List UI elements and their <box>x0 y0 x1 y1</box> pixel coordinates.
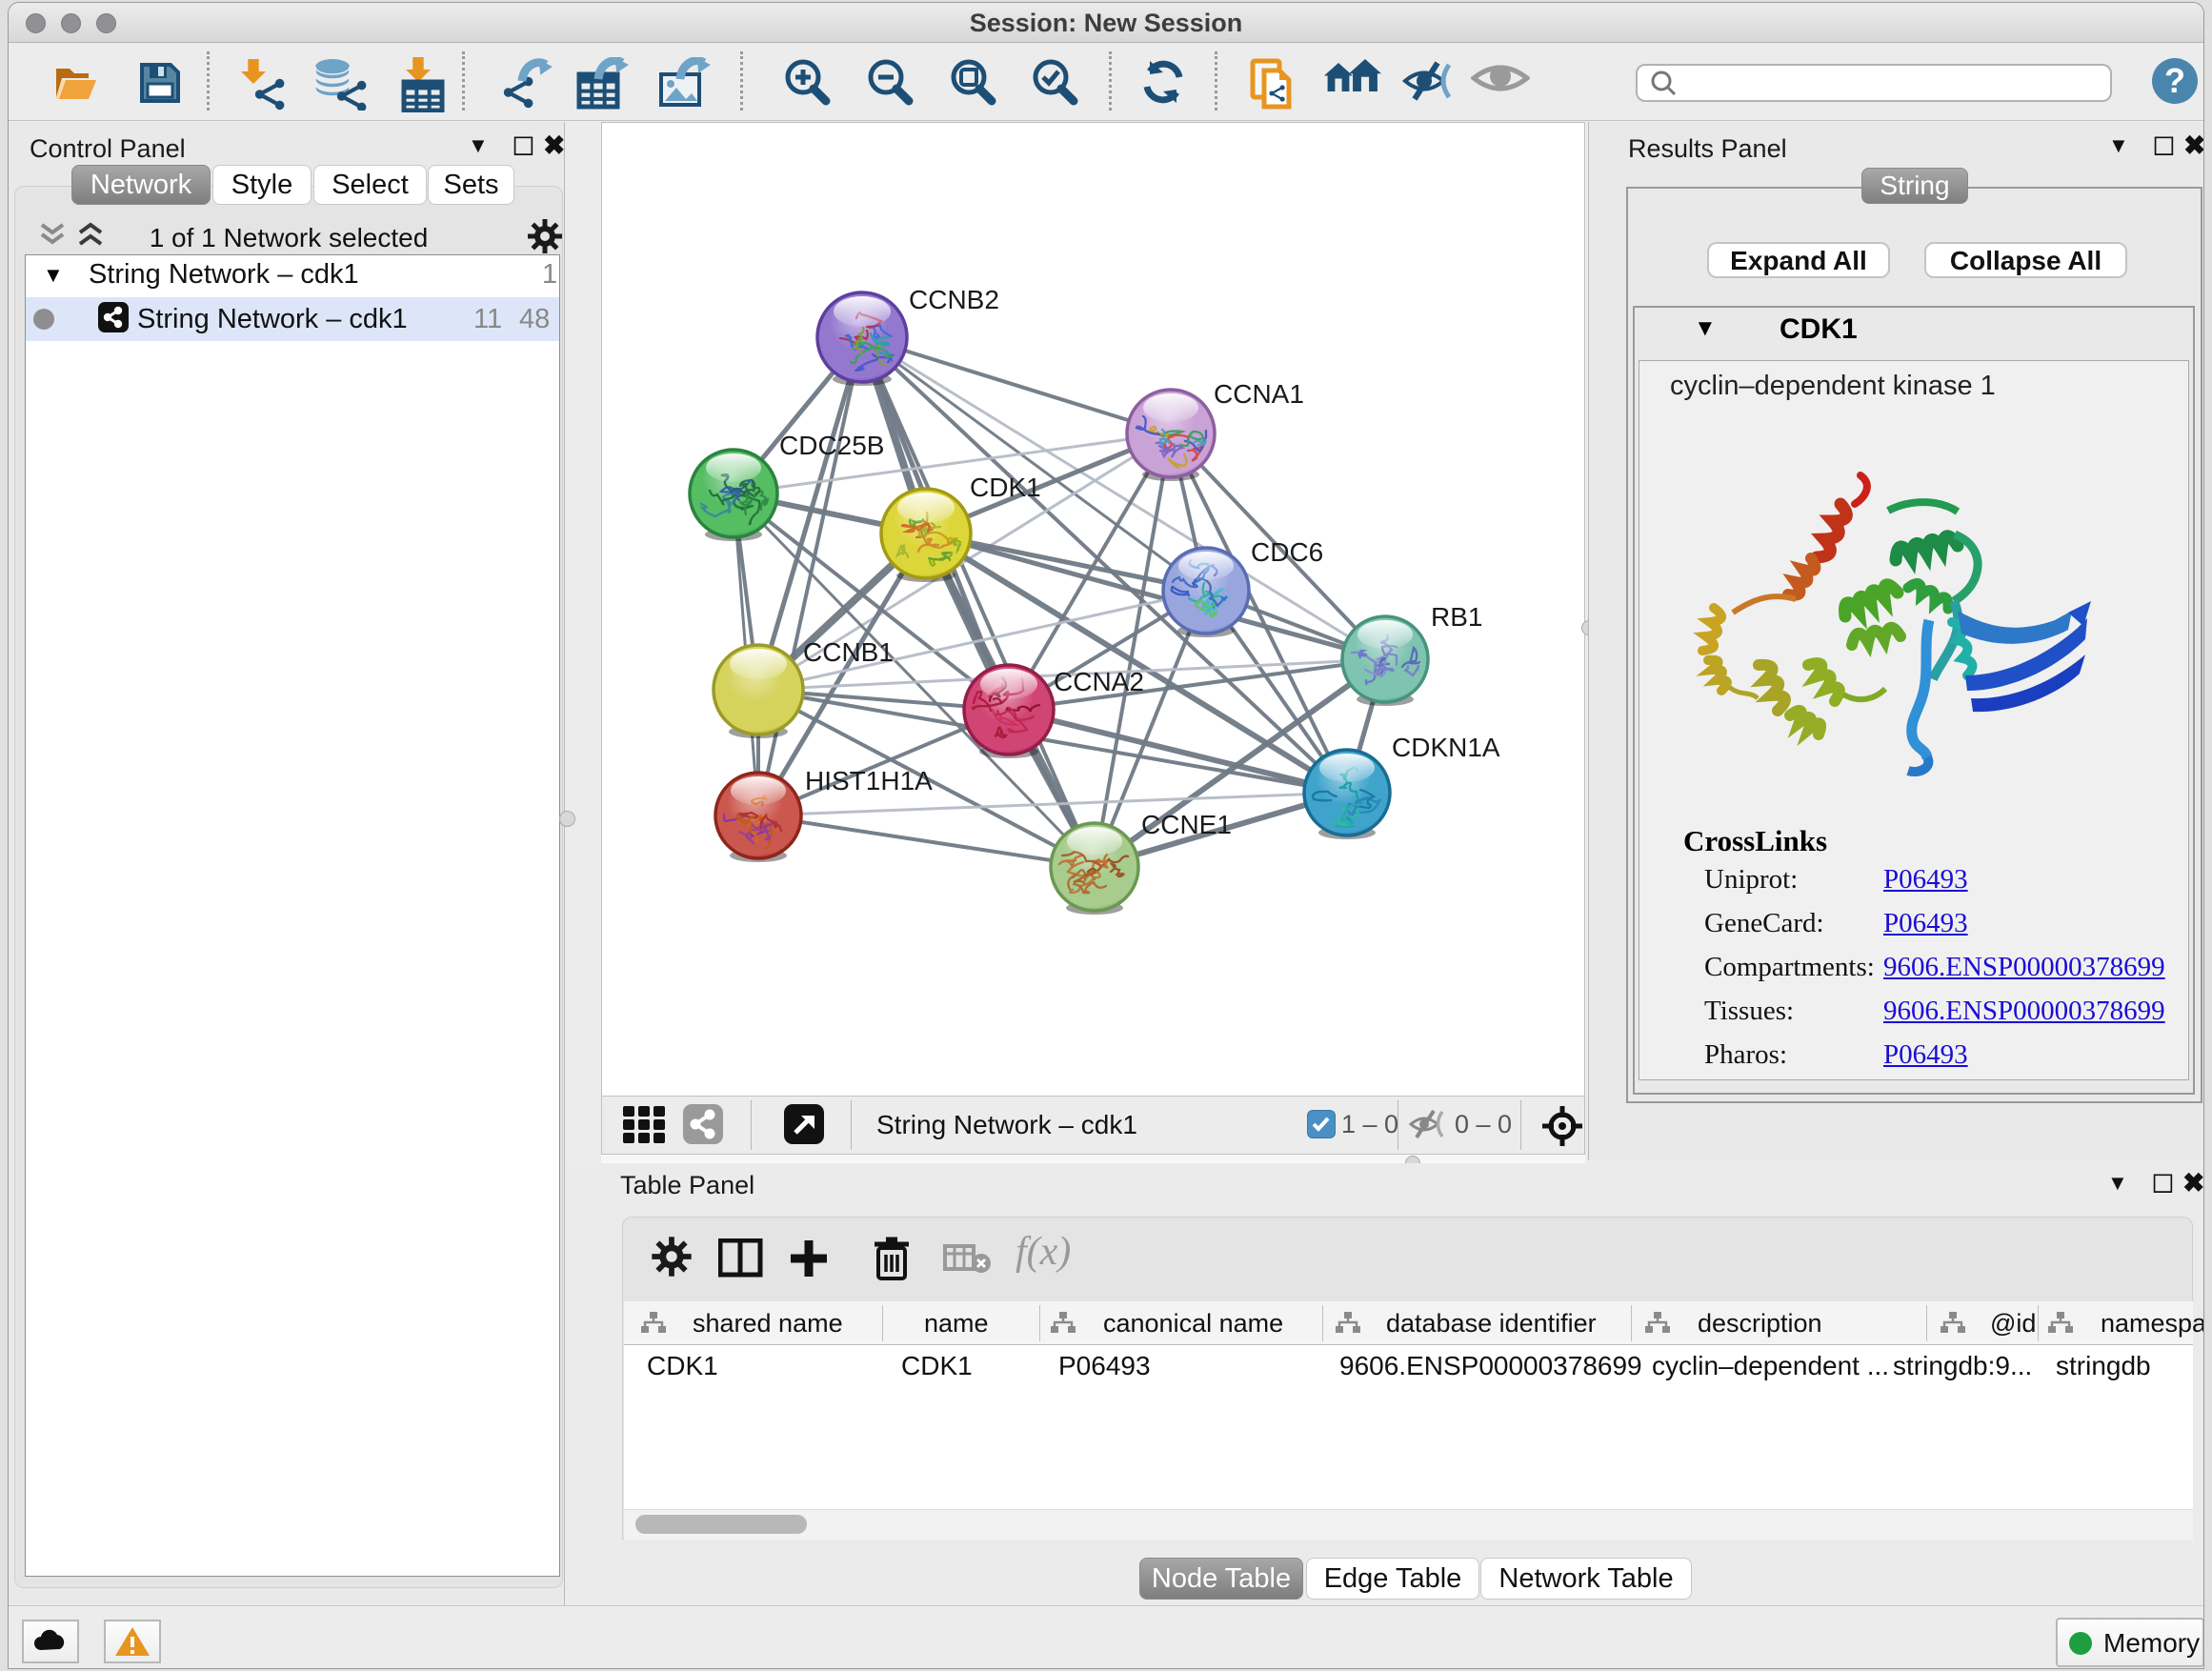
svg-text:RB1: RB1 <box>1431 602 1482 632</box>
svg-text:CCNB1: CCNB1 <box>803 637 894 667</box>
svg-text:CCNA2: CCNA2 <box>1054 667 1144 696</box>
svg-text:CCNA1: CCNA1 <box>1214 379 1304 409</box>
svg-text:CDKN1A: CDKN1A <box>1392 733 1500 762</box>
svg-text:CDC25B: CDC25B <box>779 431 884 460</box>
svg-text:CDC6: CDC6 <box>1251 537 1323 567</box>
svg-text:?: ? <box>2164 61 2185 100</box>
svg-text:CCNE1: CCNE1 <box>1141 810 1232 839</box>
svg-text:CDK1: CDK1 <box>970 473 1041 502</box>
svg-text:CCNB2: CCNB2 <box>909 285 999 314</box>
svg-text:HIST1H1A: HIST1H1A <box>805 766 933 795</box>
